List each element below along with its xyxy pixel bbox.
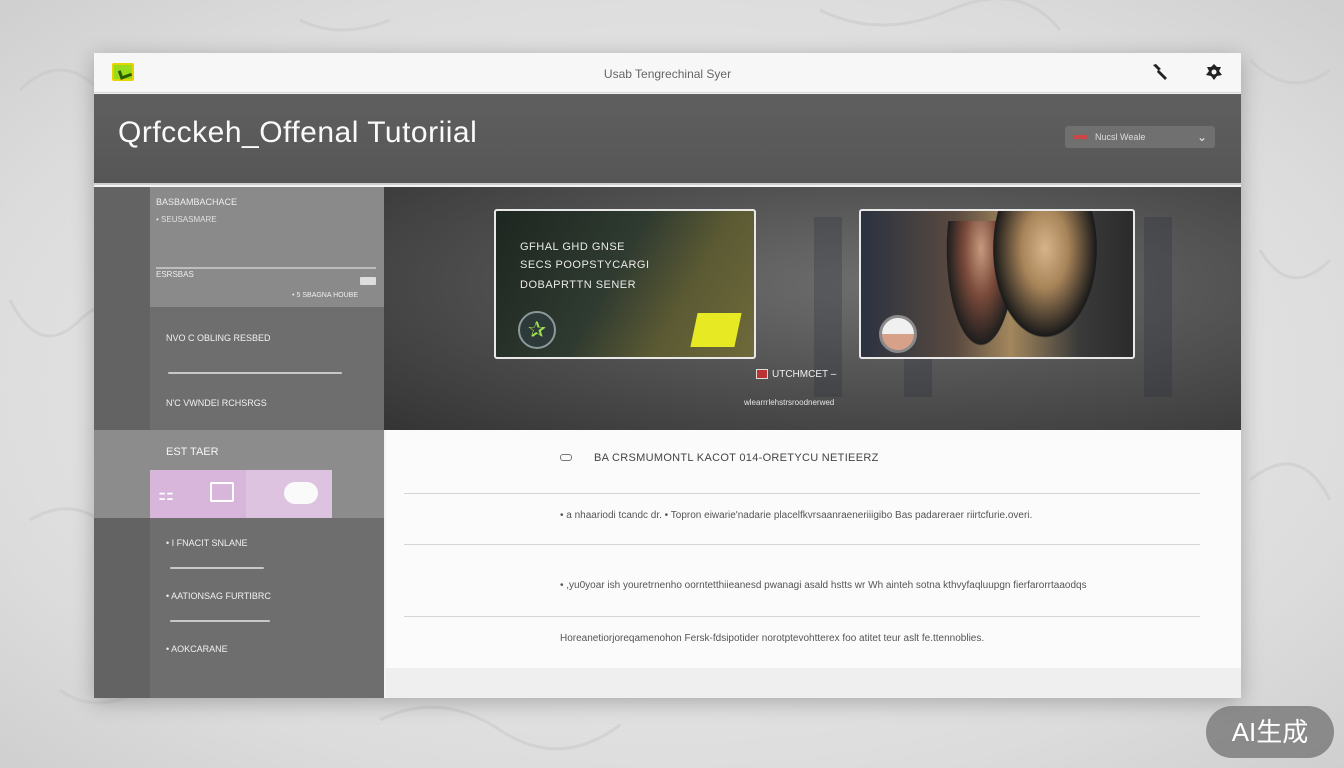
sidebar-panel-title: BASBAMBACHACE [156,197,238,207]
content-heading: BA CRSMUMONTL KACOT 014-ORETYCU NETIEERZ [594,452,879,464]
image-icon [210,482,234,502]
content-divider [404,544,1200,545]
sidebar-tile-toggle[interactable] [246,470,332,518]
caption-chip-icon [756,369,768,380]
content-row[interactable]: Horeanetiorjoreqamenohon Fersk-fdsipotid… [560,633,984,644]
sidebar-item-4[interactable]: • AATIONSAG FURTIBRC [166,591,271,601]
play-icon[interactable]: ✰ [518,311,556,349]
chevron-down-icon: ⌄ [1196,130,1207,144]
page-title: Qrfcckeh_Offenal Tutoriial [118,116,478,149]
sidebar-panel-button[interactable] [360,277,376,285]
window-title: Usab Tengrechinal Syer [603,67,732,81]
content-divider [404,493,1200,494]
sidebar-item-5[interactable]: • AOKCARANE [166,644,228,654]
sidebar-divider [170,620,270,622]
sidebar-item-1[interactable]: NVO C OBLING RESBED [166,333,271,343]
hero-caption: UTCHMCET – [756,369,836,380]
sidebar-panel-note: • 5 SBAGNA HOUBE [292,292,358,299]
hero-caption-text: UTCHMCET [772,369,828,380]
sidebar-panel-subtitle: • SEUSASMARE [156,215,217,224]
title-bar: Usab Tengrechinal Syer [94,53,1241,93]
footer-strip [386,668,1241,698]
video-card-left[interactable]: GFHAL GHD GNSE SECS POOPSTYCARGI DOBAPRT… [494,209,756,359]
bird-icon: ⚏ [158,484,175,504]
sidebar-search-panel[interactable]: BASBAMBACHACE • SEUSASMARE ESRSBAS • 5 S… [150,187,384,307]
sidebar-section-active: EST TAER ⚏ [94,430,384,518]
sidebar-panel-label: ESRSBAS [156,270,194,279]
card-text-line: GFHAL GHD GNSE [520,241,625,253]
sidebar-item-2[interactable]: N'C VWNDEI RCHSRGS [166,398,267,408]
ai-generated-badge: AI生成 [1206,706,1334,758]
toggle-switch[interactable] [284,482,318,504]
app-window: Usab Tengrechinal Syer Qrfcckeh_Offenal … [94,53,1241,698]
hero-subcaption: wlearrrlehstrsroodnerwed [744,398,835,407]
sidebar-item-3[interactable]: • I FNACIT SNLANE [166,538,248,548]
card-text-line: SECS POOPSTYCARGI [520,259,650,271]
link-icon [560,454,572,461]
content-divider [404,616,1200,617]
content-row[interactable]: • a nhaariodi tcandc dr. • Topron eiwari… [560,510,1032,521]
page-header: Qrfcckeh_Offenal Tutoriial Nucsl Weale ⌄ [94,94,1241,185]
video-card-right[interactable] [859,209,1135,359]
play-icon[interactable] [879,315,917,353]
sidebar-divider [170,567,264,569]
sidebar: BASBAMBACHACE • SEUSASMARE ESRSBAS • 5 S… [94,187,384,698]
wrench-icon-graphic [1153,64,1167,80]
sidebar-divider [168,372,342,374]
person-image [991,211,1111,357]
hero-banner: GFHAL GHD GNSE SECS POOPSTYCARGI DOBAPRT… [384,187,1241,430]
background-blind [1144,217,1172,397]
flag-icon [1073,135,1087,139]
content-panel: BA CRSMUMONTL KACOT 014-ORETYCU NETIEERZ… [386,430,1241,668]
gear-icon[interactable] [1202,62,1226,84]
sidebar-section-label: EST TAER [166,446,219,458]
wrench-icon[interactable] [1148,62,1172,84]
card-text-line: DOBAPRTTN SENER [520,279,637,291]
gear-icon-graphic [1206,64,1222,80]
sidebar-panel-divider [156,267,376,269]
language-select-value: Nucsl Weale [1095,132,1146,142]
card-badge-icon [690,313,742,347]
content-row[interactable]: • ,yu0yoar ish youretrnenho oorntetthiie… [560,580,1087,591]
language-select[interactable]: Nucsl Weale ⌄ [1065,126,1215,148]
sidebar-tile-tools[interactable]: ⚏ [150,470,246,518]
